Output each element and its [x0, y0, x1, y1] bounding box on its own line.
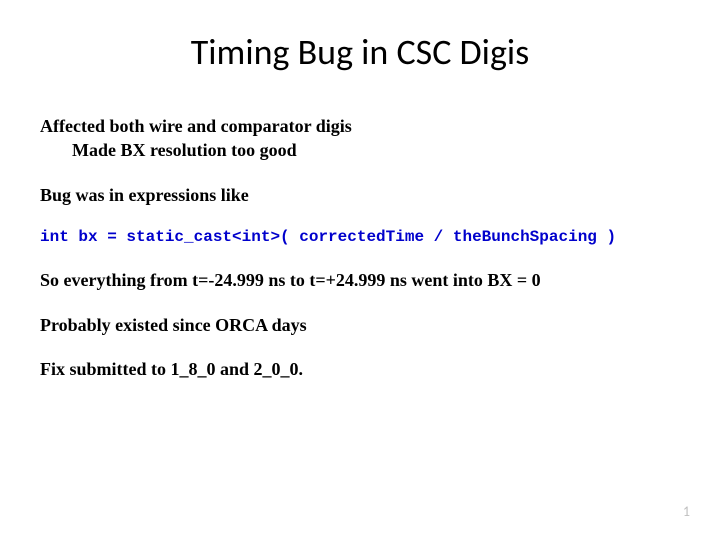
page-number: 1 — [683, 503, 690, 520]
line-made-bx: Made BX resolution too good — [40, 138, 680, 162]
slide-title: Timing Bug in CSC Digis — [40, 30, 680, 74]
para-affected: Affected both wire and comparator digis … — [40, 114, 680, 163]
line-so-everything: So everything from t=-24.999 ns to t=+24… — [40, 268, 680, 292]
code-expression: int bx = static_cast<int>( correctedTime… — [40, 227, 680, 249]
line-probably: Probably existed since ORCA days — [40, 313, 680, 337]
line-fix: Fix submitted to 1_8_0 and 2_0_0. — [40, 357, 680, 381]
slide: Timing Bug in CSC Digis Affected both wi… — [0, 0, 720, 540]
slide-body: Affected both wire and comparator digis … — [40, 114, 680, 381]
line-affected: Affected both wire and comparator digis — [40, 114, 680, 138]
line-bug-was: Bug was in expressions like — [40, 183, 680, 207]
